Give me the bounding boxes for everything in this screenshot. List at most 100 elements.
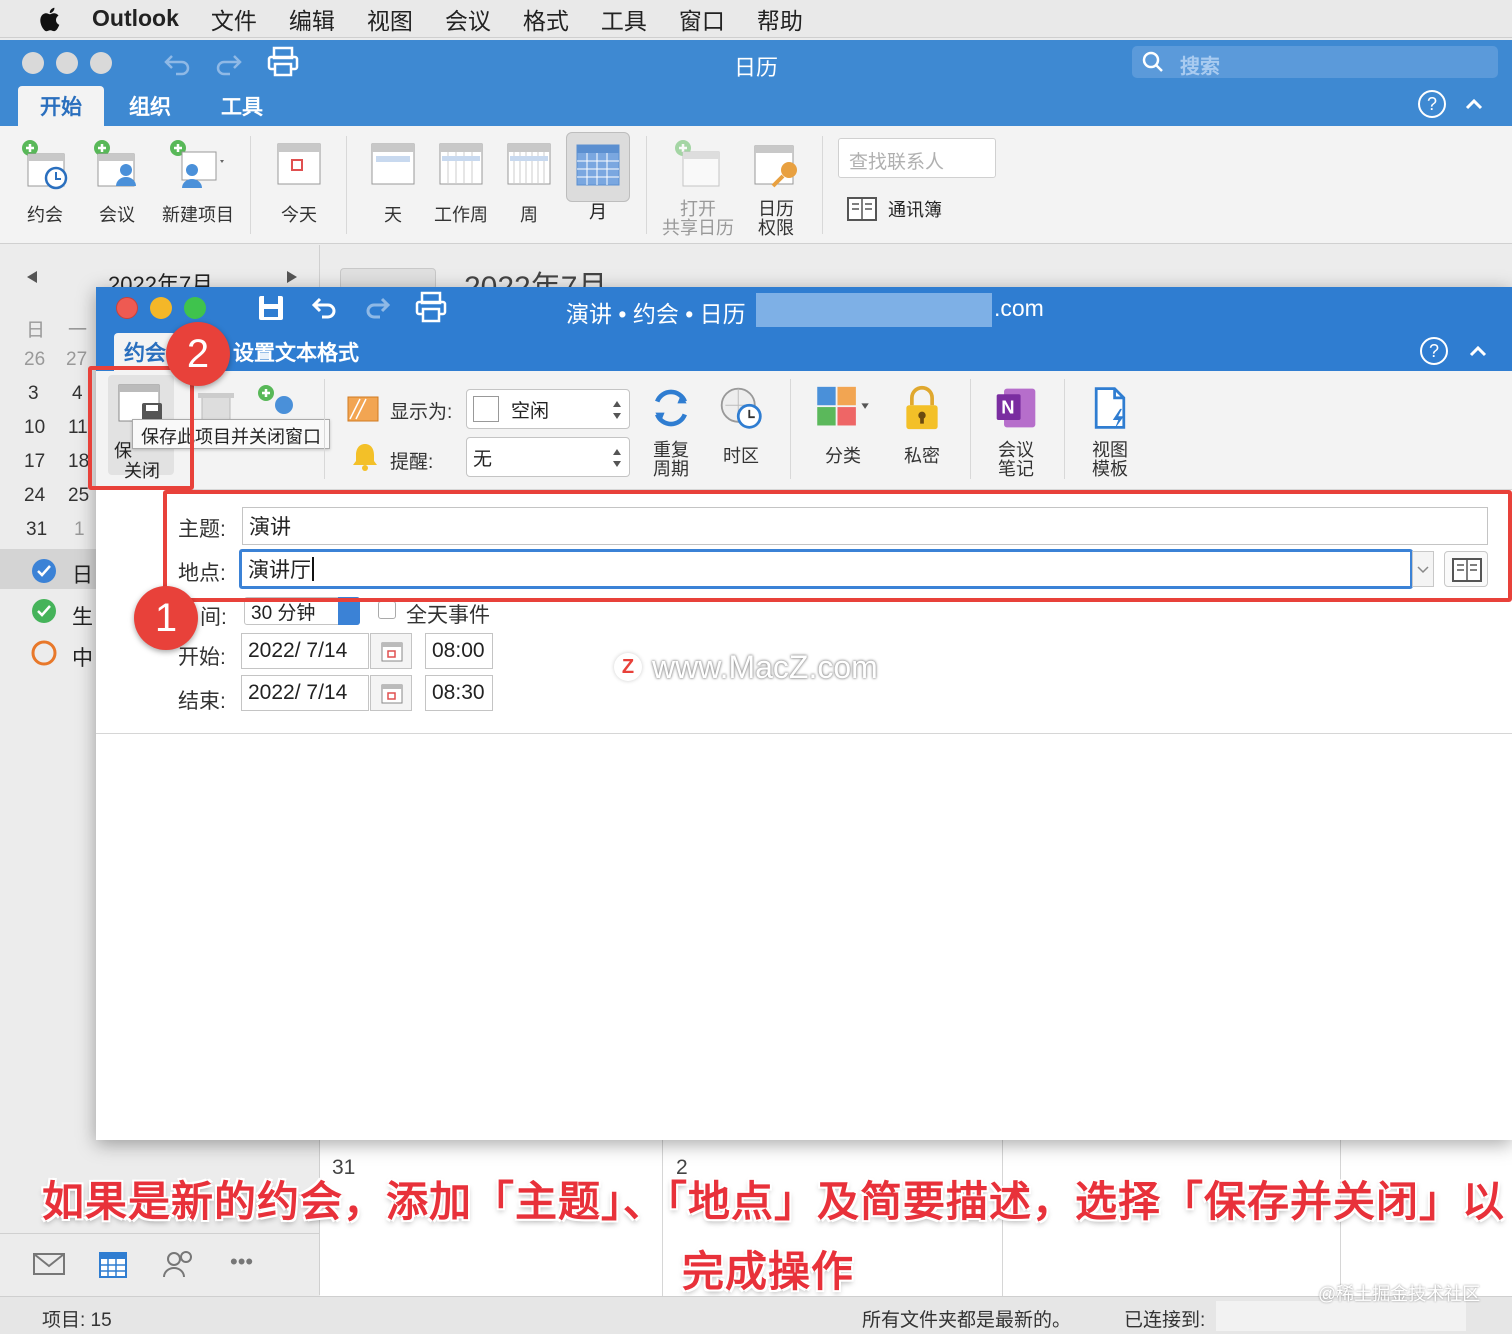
mini-day[interactable]: 18 — [68, 451, 89, 473]
appointment-titlebar: 演讲 • 约会 • 日历 .com — [96, 287, 1512, 333]
mini-day[interactable]: 1 — [74, 519, 85, 541]
end-date-picker[interactable] — [370, 675, 412, 711]
start-time-input[interactable]: 08:00 — [425, 633, 493, 669]
mail-icon[interactable] — [32, 1251, 66, 1277]
redo-icon[interactable] — [214, 50, 244, 76]
notes-body[interactable] — [96, 734, 1512, 1140]
end-time-input[interactable]: 08:30 — [425, 675, 493, 711]
undo-icon[interactable] — [310, 295, 340, 321]
menu-view[interactable]: 视图 — [367, 2, 413, 36]
end-date-input[interactable]: 2022/ 7/14 — [241, 675, 369, 711]
more-icon[interactable]: ••• — [230, 1249, 253, 1275]
mini-day[interactable]: 31 — [26, 519, 47, 541]
recurrence-label-2: 周期 — [653, 459, 689, 479]
undo-icon[interactable] — [162, 50, 192, 76]
timezone-button[interactable]: 时区 — [716, 385, 766, 468]
collapse-ribbon-icon[interactable] — [1464, 96, 1484, 112]
collapse-ribbon-icon[interactable] — [1468, 343, 1488, 359]
step-badge-1: 1 — [134, 586, 198, 650]
calendar-item-holidays[interactable]: 中 — [72, 642, 93, 672]
zoom-button[interactable] — [184, 297, 206, 319]
lock-icon — [906, 385, 938, 430]
meeting-label: 会议 — [99, 205, 135, 225]
today-button[interactable]: 今天 — [272, 138, 326, 227]
search-placeholder: 搜索 — [1180, 56, 1220, 78]
redo-icon[interactable] — [362, 295, 392, 321]
help-icon[interactable]: ? — [1420, 337, 1448, 365]
checkbox-unchecked-icon[interactable] — [30, 639, 58, 667]
start-date-input[interactable]: 2022/ 7/14 — [241, 633, 369, 669]
calendar-icon[interactable] — [98, 1249, 128, 1279]
help-icon[interactable]: ? — [1418, 90, 1446, 118]
appointment-title: 演讲 • 约会 • 日历 — [566, 301, 746, 327]
private-button[interactable]: 私密 — [896, 385, 948, 468]
checkbox-checked-icon[interactable] — [30, 597, 58, 625]
tab-format-text[interactable]: 设置文本格式 — [226, 333, 366, 371]
calendar-icon — [381, 684, 403, 704]
timezone-label: 时区 — [723, 446, 759, 466]
prev-month-icon[interactable] — [24, 269, 40, 285]
mini-day[interactable]: 25 — [68, 485, 89, 507]
address-book-button[interactable]: 通讯簿 — [846, 196, 942, 222]
calendar-permissions-button[interactable]: 日历 权限 — [748, 138, 804, 238]
apple-icon[interactable] — [36, 5, 66, 33]
zoom-button[interactable] — [90, 52, 112, 74]
meeting-notes-button[interactable]: N 会议 笔记 — [986, 385, 1046, 479]
appointment-ribbon: 保 关闭 保存此项目并关闭窗口 显示为: 空闲 提醒: 无 重复 周期 时区 分… — [96, 371, 1512, 489]
week-view-label: 周 — [520, 205, 538, 225]
print-icon[interactable] — [266, 46, 300, 78]
week-view-button[interactable]: 周 — [502, 138, 556, 227]
people-icon[interactable] — [162, 1249, 196, 1279]
mini-day[interactable]: 10 — [24, 417, 45, 439]
tab-tools[interactable]: 工具 — [206, 86, 278, 126]
menu-format[interactable]: 格式 — [523, 2, 569, 36]
minimize-button[interactable] — [56, 52, 78, 74]
menu-file[interactable]: 文件 — [211, 2, 257, 36]
mini-day[interactable]: 17 — [24, 451, 45, 473]
tab-home[interactable]: 开始 — [18, 86, 104, 126]
mini-day[interactable]: 3 — [28, 383, 39, 405]
work-week-icon — [439, 143, 483, 185]
mini-day[interactable]: 26 — [24, 349, 45, 371]
menu-app-name[interactable]: Outlook — [92, 5, 179, 32]
recurrence-button[interactable]: 重复 周期 — [646, 385, 696, 479]
find-contact-input[interactable]: 查找联系人 — [838, 138, 996, 178]
mini-day[interactable]: 24 — [24, 485, 45, 507]
checkbox-checked-icon[interactable] — [30, 557, 58, 585]
tab-organize[interactable]: 组织 — [114, 86, 186, 126]
appointment-ribbon-tabs: 约会 设置文本格式 ? — [96, 333, 1512, 371]
menu-help[interactable]: 帮助 — [757, 2, 803, 36]
close-button[interactable] — [22, 52, 44, 74]
status-bar: 项目: 15 所有文件夹都是最新的。 已连接到: — [0, 1296, 1512, 1334]
new-item-button[interactable]: 新建项目 — [158, 138, 238, 227]
save-icon[interactable] — [256, 293, 286, 323]
all-day-checkbox[interactable] — [378, 601, 396, 619]
menu-meeting[interactable]: 会议 — [445, 2, 491, 36]
print-icon[interactable] — [414, 291, 448, 325]
view-templates-button[interactable]: 视图 模板 — [1082, 385, 1138, 479]
calendar-item-calendar[interactable]: 日 — [72, 559, 93, 589]
menu-window[interactable]: 窗口 — [679, 2, 725, 36]
search-field[interactable]: 搜索 — [1132, 46, 1498, 78]
show-as-select[interactable]: 空闲 — [466, 389, 630, 429]
start-date-picker[interactable] — [370, 633, 412, 669]
close-button[interactable] — [116, 297, 138, 319]
watermark-text: www.MacZ.com — [652, 649, 878, 685]
reminder-select[interactable]: 无 — [466, 437, 630, 477]
mini-day[interactable]: 4 — [72, 383, 83, 405]
menu-edit[interactable]: 编辑 — [289, 2, 335, 36]
mini-day[interactable]: 11 — [68, 417, 88, 439]
end-label: 结束: — [178, 690, 226, 713]
new-appointment-button[interactable]: 约会 — [18, 138, 72, 227]
mini-day[interactable]: 27 — [66, 349, 87, 371]
menu-tools[interactable]: 工具 — [601, 2, 647, 36]
day-view-button[interactable]: 天 — [366, 138, 420, 227]
categorize-button[interactable]: 分类 — [812, 385, 874, 468]
open-shared-calendar-button[interactable]: 打开 共享日历 — [660, 138, 736, 238]
next-month-icon[interactable] — [284, 269, 300, 285]
minimize-button[interactable] — [150, 297, 172, 319]
new-meeting-button[interactable]: 会议 — [90, 138, 144, 227]
calendar-item-birthday[interactable]: 生 — [72, 601, 93, 631]
work-week-button[interactable]: 工作周 — [430, 138, 492, 227]
month-view-button[interactable] — [566, 132, 630, 202]
